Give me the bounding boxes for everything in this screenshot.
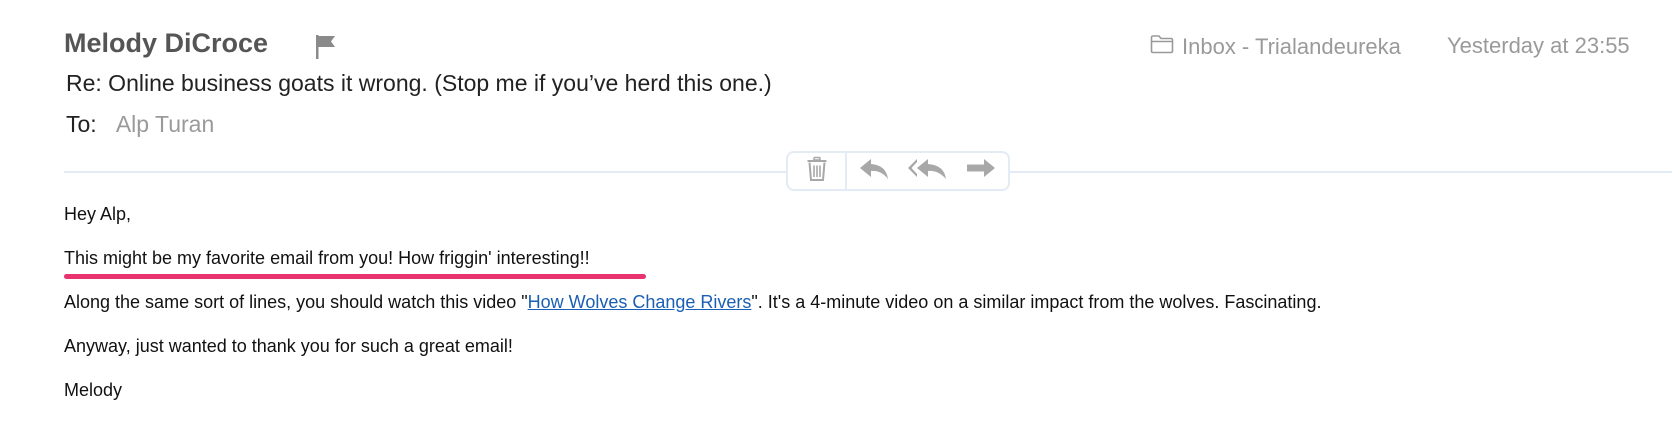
email-subject: Re: Online business goats it wrong. (Sto… <box>66 70 772 96</box>
recipient-name[interactable]: Alp Turan <box>116 111 214 137</box>
received-timestamp: Yesterday at 23:55 <box>1447 33 1630 58</box>
message-toolbar <box>786 151 1010 191</box>
delete-button[interactable] <box>788 153 848 189</box>
highlighted-line: This might be my favorite email from you… <box>64 248 590 268</box>
reply-all-icon <box>907 157 949 186</box>
signature: Melody <box>64 380 123 400</box>
video-recommendation-line: Along the same sort of lines, you should… <box>64 292 1321 313</box>
reply-all-button[interactable] <box>901 153 955 189</box>
mailbox-name: Inbox - Trialandeureka <box>1182 34 1401 59</box>
to-label: To: <box>66 111 97 137</box>
reply-button[interactable] <box>847 153 901 189</box>
line-text-before-link: Along the same sort of lines, you should… <box>64 292 528 312</box>
forward-button[interactable] <box>955 153 1009 189</box>
highlight-underline <box>64 274 646 279</box>
recipient-row: To: Alp Turan <box>66 111 214 138</box>
trash-icon <box>806 156 828 187</box>
folder-icon <box>1150 34 1182 60</box>
forward-icon <box>965 157 997 186</box>
sender-name: Melody DiCroce <box>64 28 269 58</box>
greeting-line: Hey Alp, <box>64 204 132 224</box>
reply-icon <box>858 157 890 186</box>
line-text-after-link: ". It's a 4-minute video on a similar im… <box>751 292 1322 312</box>
mailbox-label: Inbox - Trialandeureka <box>1150 33 1401 61</box>
thanks-line: Anyway, just wanted to thank you for suc… <box>64 336 513 356</box>
flag-icon[interactable] <box>314 34 338 60</box>
video-link[interactable]: How Wolves Change Rivers <box>528 292 752 312</box>
